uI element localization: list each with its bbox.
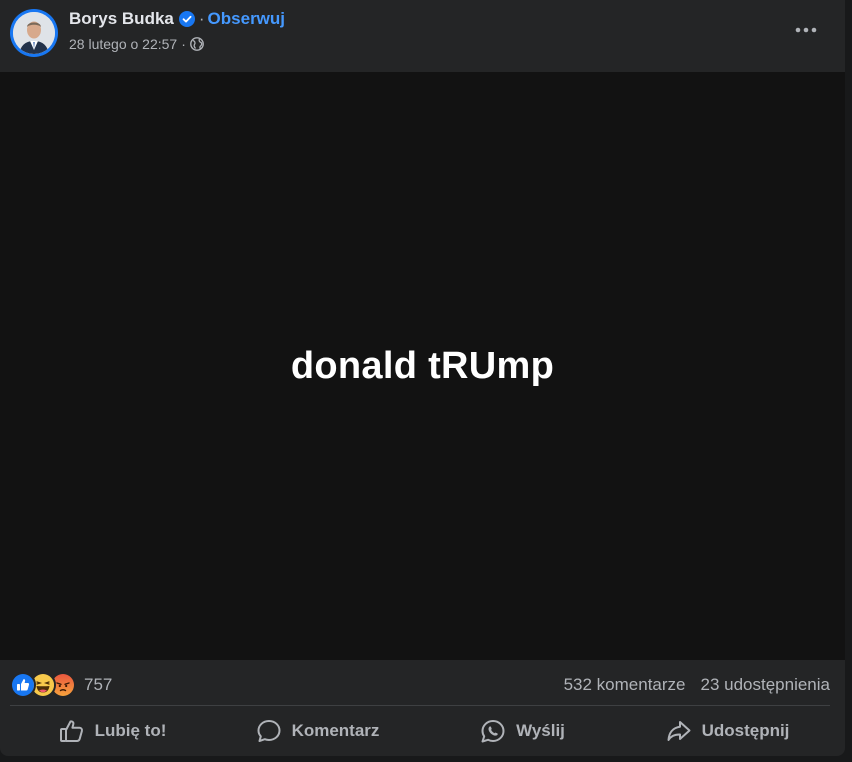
post-card: Borys Budka · Obserwuj 28 lutego o 22:57… <box>0 0 845 756</box>
meta-separator: · <box>181 36 186 52</box>
verified-badge-icon <box>178 11 195 27</box>
comment-button[interactable]: Komentarz <box>215 708 420 754</box>
share-arrow-icon <box>667 721 691 741</box>
globe-icon[interactable] <box>189 37 204 51</box>
send-label: Wyślij <box>516 721 565 740</box>
post-stats: 757 532 komentarze 23 udostępnienia <box>10 668 830 702</box>
author-row: Borys Budka · Obserwuj <box>69 8 285 30</box>
post-actions: Lubię to! Komentarz Wyślij Udostępnij <box>10 708 830 754</box>
avatar-photo <box>13 12 55 54</box>
more-dots-icon <box>795 27 817 33</box>
shares-count[interactable]: 23 udostępnienia <box>700 675 830 695</box>
reaction-count: 757 <box>84 675 113 694</box>
comments-count[interactable]: 532 komentarze <box>564 675 686 695</box>
author-avatar[interactable] <box>10 9 58 57</box>
author-name[interactable]: Borys Budka <box>69 9 174 29</box>
thumbs-up-icon <box>59 720 83 742</box>
comment-label: Komentarz <box>291 721 380 740</box>
follow-button[interactable]: Obserwuj <box>208 9 285 29</box>
share-label: Udostępnij <box>701 721 790 740</box>
like-label: Lubię to! <box>94 721 167 740</box>
separator-dot: · <box>198 9 205 28</box>
post-timestamp[interactable]: 28 lutego o 22:57 <box>69 36 177 52</box>
actions-divider <box>10 705 830 706</box>
post-header: Borys Budka · Obserwuj 28 lutego o 22:57… <box>0 0 845 72</box>
more-options-button[interactable] <box>786 12 826 48</box>
post-meta: 28 lutego o 22:57 · <box>69 35 204 53</box>
comment-icon <box>257 720 281 742</box>
like-reaction-icon <box>10 672 36 698</box>
send-button[interactable]: Wyślij <box>420 708 625 754</box>
media-text: donald tRUmp <box>290 345 555 387</box>
post-media[interactable]: donald tRUmp <box>0 72 845 660</box>
share-button[interactable]: Udostępnij <box>625 708 830 754</box>
like-button[interactable]: Lubię to! <box>10 708 215 754</box>
whatsapp-icon <box>481 720 505 743</box>
engagement-counts: 532 komentarze 23 udostępnienia <box>564 675 830 695</box>
reactions-summary[interactable]: 757 <box>10 672 112 698</box>
